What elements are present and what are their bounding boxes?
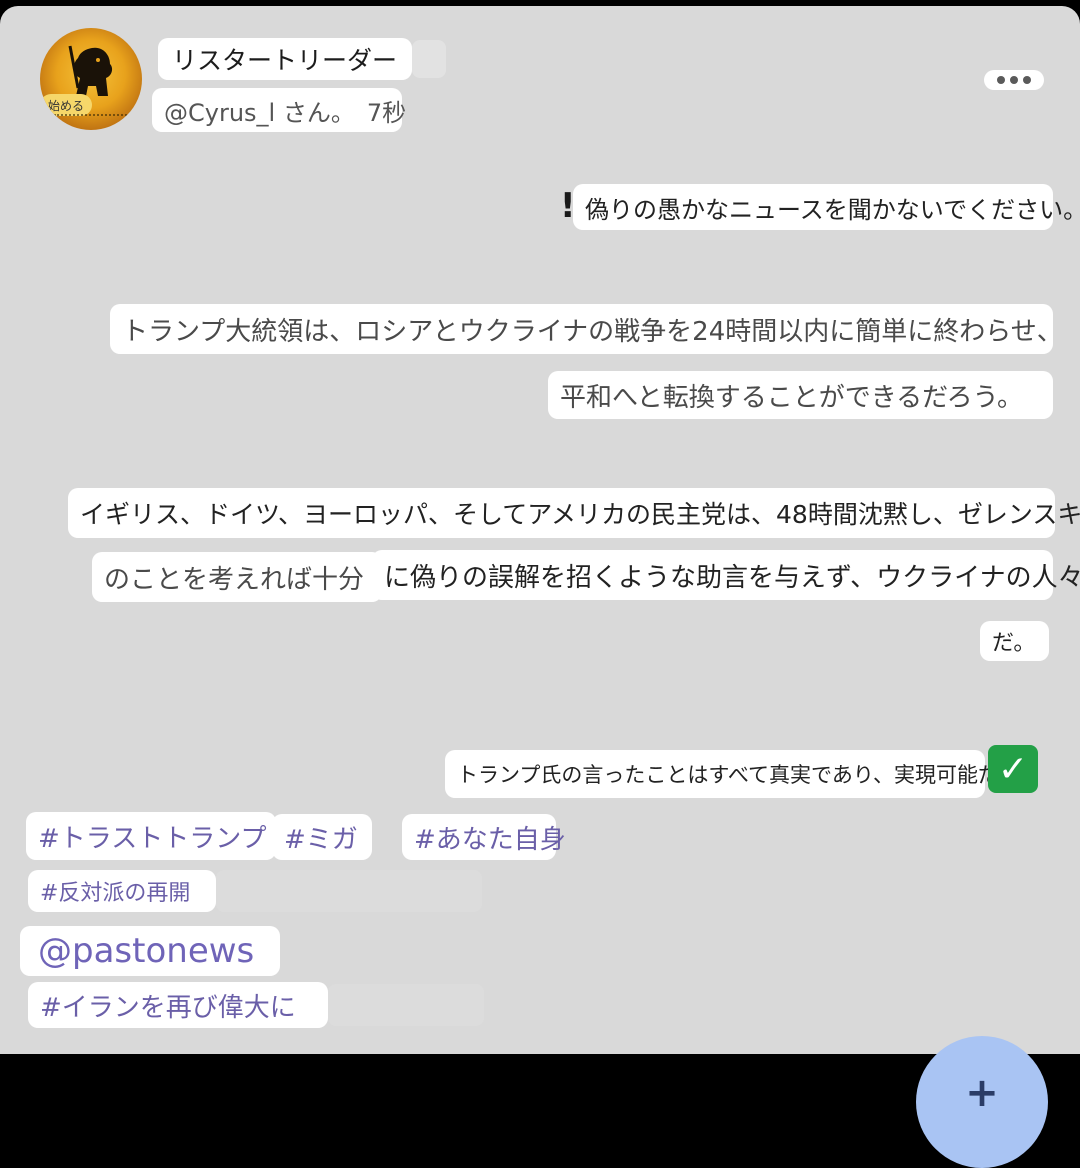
post-line-6: だ。 bbox=[980, 621, 1049, 661]
check-mark-button-icon: ✓ bbox=[988, 745, 1038, 793]
post-line-7: トランプ氏の言ったことはすべて真実であり、実現可能だ！ bbox=[445, 750, 1020, 798]
name-highlight bbox=[412, 40, 446, 78]
user-handle[interactable]: @Cyrus_l さん。 bbox=[164, 93, 355, 128]
dot-icon bbox=[1010, 76, 1018, 84]
dot-icon bbox=[1023, 76, 1031, 84]
post-line-5a: のことを考えれば十分 bbox=[92, 552, 382, 602]
avatar[interactable]: 始める bbox=[40, 28, 142, 130]
compose-button[interactable]: + bbox=[916, 1036, 1048, 1168]
avatar-script-decoration bbox=[54, 114, 134, 124]
post-line-3: 平和へと転換することができるだろう。 bbox=[548, 371, 1053, 419]
display-name[interactable]: リスタートリーダー bbox=[158, 38, 412, 80]
mention-pastonews[interactable]: @pastonews bbox=[20, 926, 280, 976]
avatar-start-badge: 始める bbox=[40, 94, 92, 116]
post-line-4: イギリス、ドイツ、ヨーロッパ、そしてアメリカの民主党は、48時間沈黙し、ゼレンス… bbox=[68, 488, 1080, 538]
hashtag-yourself[interactable]: #あなた自身 bbox=[402, 814, 566, 860]
hashtag-opposition-restart[interactable]: #反対派の再開 bbox=[28, 870, 216, 912]
post-line-1: 偽りの愚かなニュースを聞かないでください。 bbox=[573, 184, 1080, 230]
hashtag-trust-trump[interactable]: #トラストトランプ bbox=[26, 812, 276, 860]
dot-icon bbox=[997, 76, 1005, 84]
post-line-2: トランプ大統領は、ロシアとウクライナの戦争を24時間以内に簡単に終わらせ、 bbox=[110, 304, 1063, 354]
hashtag-make-iran-great-again[interactable]: #イランを再び偉大に bbox=[28, 982, 328, 1028]
more-options-button[interactable] bbox=[984, 70, 1044, 90]
plus-icon: + bbox=[965, 1070, 999, 1116]
handle-row: @Cyrus_l さん。 7秒 bbox=[152, 88, 406, 132]
bottom-bar bbox=[0, 1054, 1080, 1086]
tag-highlight bbox=[216, 870, 482, 912]
hashtag-miga[interactable]: #ミガ bbox=[272, 814, 372, 860]
post-line-5b: に偽りの誤解を招くような助言を与えず、ウクライナの人々 bbox=[372, 550, 1080, 600]
tag-highlight bbox=[328, 984, 484, 1026]
post-time: 7秒 bbox=[366, 98, 407, 127]
